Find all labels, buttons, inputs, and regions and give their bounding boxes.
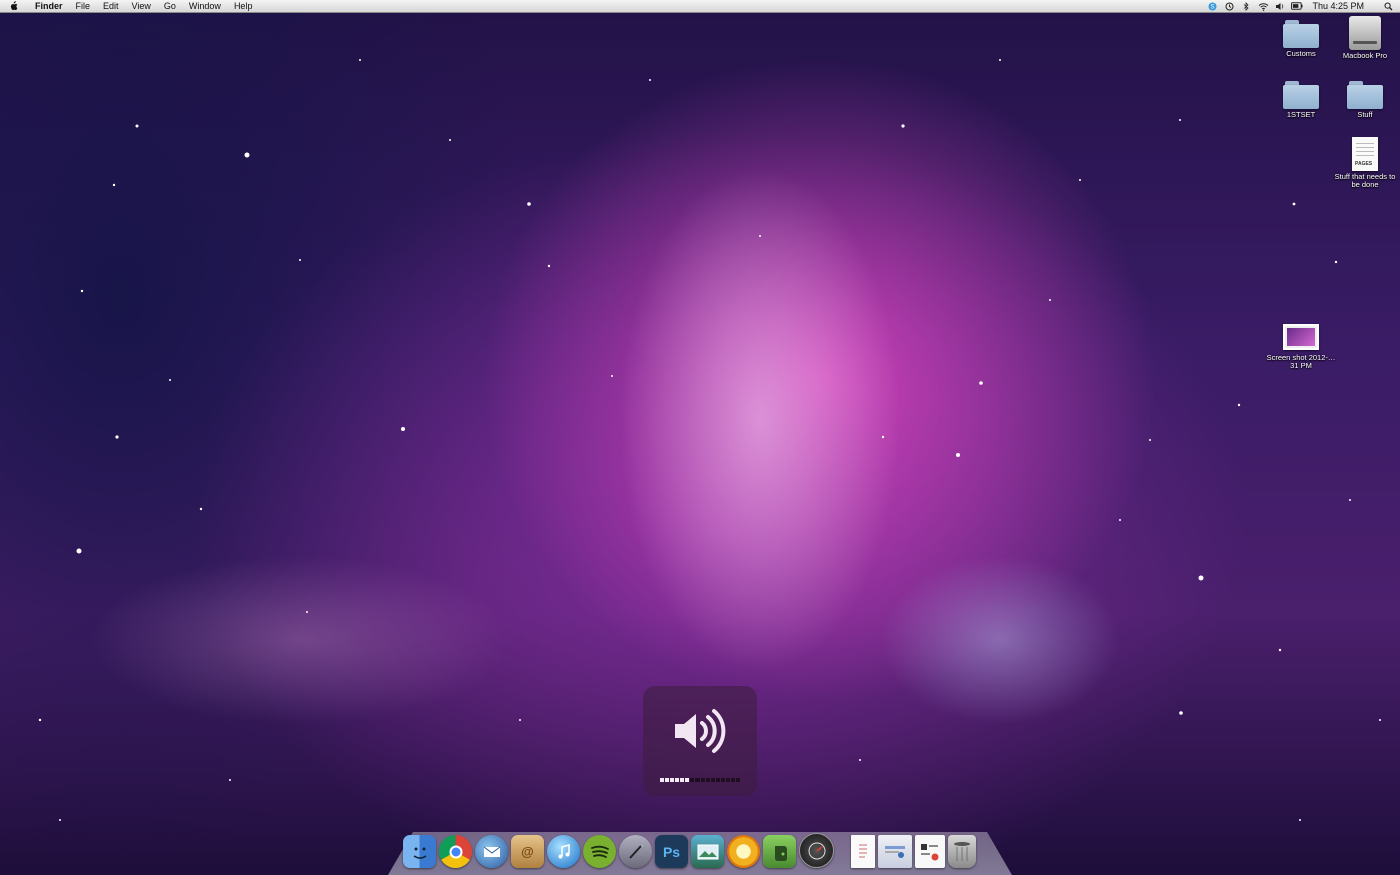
desktop-icon-label: Macbook Pro <box>1342 51 1388 60</box>
menu-go[interactable]: Go <box>164 0 176 12</box>
volume-level-bar <box>660 778 740 782</box>
menu-help[interactable]: Help <box>234 0 253 12</box>
volume-segment-filled <box>675 778 680 782</box>
finder-icon[interactable] <box>403 835 436 868</box>
document-stack-icon[interactable] <box>851 835 875 868</box>
menu-file[interactable]: File <box>76 0 91 12</box>
preview-icon[interactable] <box>691 835 724 868</box>
volume-segment-empty <box>695 778 700 782</box>
desktop-icon-label: 1STSET <box>1286 110 1316 119</box>
thunderbird-icon[interactable] <box>475 835 508 868</box>
itunes-icon[interactable] <box>547 835 580 868</box>
menu-clock[interactable]: Thu 4:25 PM <box>1312 1 1364 11</box>
address-book-icon[interactable]: @ <box>511 835 544 868</box>
menu-window[interactable]: Window <box>189 0 221 12</box>
desktop-icon-label: Customs <box>1286 49 1316 58</box>
volume-segment-empty <box>735 778 740 782</box>
volume-segment-empty <box>700 778 705 782</box>
volume-segment-filled <box>670 778 675 782</box>
volume-segment-filled <box>660 778 665 782</box>
script-editor-icon[interactable] <box>619 835 652 868</box>
desktop-icon-label: Stuff that needs to be done <box>1334 172 1396 189</box>
spotlight-icon[interactable] <box>1382 1 1394 11</box>
dock-separator <box>837 835 847 868</box>
evernote-icon[interactable] <box>763 835 796 868</box>
spotify-icon[interactable] <box>583 835 616 868</box>
dashboard-icon[interactable] <box>799 833 834 868</box>
desktop-icon-label: Screen shot 2012-…31 PM <box>1266 353 1336 370</box>
svg-text:S: S <box>1210 4 1214 10</box>
menu-bar: Finder File Edit View Go Window Help S T… <box>0 0 1400 13</box>
photoshop-glyph: Ps <box>662 843 681 860</box>
apple-menu-icon[interactable] <box>9 1 23 11</box>
chrome-icon[interactable] <box>439 835 472 868</box>
desktop-icon-screenshot[interactable]: Screen shot 2012-…31 PM <box>1266 320 1336 370</box>
skype-icon[interactable]: S <box>1206 1 1218 11</box>
volume-segment-empty <box>715 778 720 782</box>
volume-segment-filled <box>680 778 685 782</box>
folder-icon <box>1347 81 1383 109</box>
volume-segment-empty <box>690 778 695 782</box>
battery-icon[interactable] <box>1291 1 1304 11</box>
menu-view[interactable]: View <box>132 0 151 12</box>
folder-icon <box>1283 20 1319 48</box>
volume-segment-filled <box>665 778 670 782</box>
documents-stack-icon[interactable] <box>915 835 945 868</box>
folder-icon <box>1283 81 1319 109</box>
bluetooth-icon[interactable] <box>1240 1 1252 11</box>
desktop-icon-1stset[interactable]: 1STSET <box>1266 81 1336 119</box>
time-machine-icon[interactable] <box>1223 1 1235 11</box>
downloads-stack-icon[interactable] <box>878 835 912 868</box>
volume-hud <box>643 686 757 796</box>
desktop-icon-label: Stuff <box>1357 110 1373 119</box>
menu-app-finder[interactable]: Finder <box>35 0 63 12</box>
document-badge: PAGES <box>1355 161 1373 167</box>
menu-edit[interactable]: Edit <box>103 0 119 12</box>
status-area: S Thu 4:25 PM <box>1206 0 1400 12</box>
volume-segment-empty <box>725 778 730 782</box>
desktop-icon-stuff-todo[interactable]: PAGES Stuff that needs to be done <box>1330 137 1400 189</box>
volume-segment-empty <box>710 778 715 782</box>
volume-segment-empty <box>730 778 735 782</box>
screenshot-thumbnail-icon <box>1283 324 1319 350</box>
address-book-glyph: @ <box>521 844 534 859</box>
speaker-volume-icon <box>675 709 726 753</box>
volume-icon[interactable] <box>1274 1 1286 11</box>
desktop-icon-stuff[interactable]: Stuff <box>1330 81 1400 119</box>
trash-icon[interactable] <box>948 835 976 868</box>
volume-segment-filled <box>685 778 690 782</box>
hard-drive-icon <box>1349 16 1381 50</box>
sun-app-icon[interactable] <box>727 835 760 868</box>
volume-segment-empty <box>720 778 725 782</box>
dock: @ Ps <box>403 828 979 868</box>
wifi-icon[interactable] <box>1257 1 1269 11</box>
desktop-icon-macbook-pro[interactable]: Macbook Pro <box>1330 16 1400 60</box>
volume-segment-empty <box>705 778 710 782</box>
photoshop-icon[interactable]: Ps <box>655 835 688 868</box>
desktop-icon-customs[interactable]: Customs <box>1266 20 1336 58</box>
pages-document-icon: PAGES <box>1352 137 1378 171</box>
